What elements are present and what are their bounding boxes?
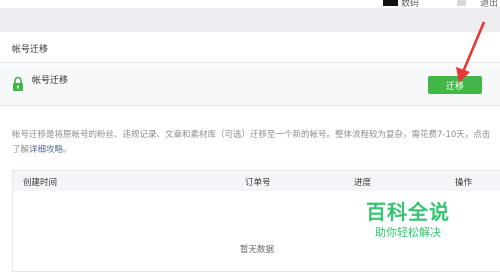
header-band	[0, 8, 500, 32]
column-header-actions: 操作	[455, 178, 473, 188]
column-header-progress: 进度	[354, 178, 372, 188]
arrow-icon	[448, 20, 490, 90]
logout-link[interactable]: 退出	[480, 0, 498, 9]
top-link-account[interactable]: 数码	[401, 0, 419, 9]
migration-panel	[0, 65, 500, 105]
panel-label: 帐号迁移	[32, 76, 69, 86]
description-text: 帐号迁移是将原帐号的粉丝、违规记录、文章和素材库（可选）迁移至一个新的帐号。整体…	[12, 130, 491, 155]
watermark: 百科全说 助你轻松解决	[352, 196, 464, 240]
watermark-title: 百科全说	[366, 200, 450, 224]
description-suffix: 。	[63, 145, 72, 155]
guide-link[interactable]: 详细攻略	[29, 145, 63, 155]
section-title: 帐号迁移	[12, 45, 49, 55]
divider	[0, 105, 500, 106]
avatar[interactable]	[383, 0, 398, 6]
column-header-order-no: 订单号	[245, 178, 271, 188]
table-header: 创建时间 订单号 进度 操作	[13, 171, 500, 191]
divider	[0, 62, 500, 63]
description: 帐号迁移是将原帐号的粉丝、违规记录、文章和素材库（可选）迁移至一个新的帐号。整体…	[12, 128, 492, 158]
empty-state: 暂无数据	[239, 245, 274, 255]
column-header-created: 创建时间	[23, 178, 58, 188]
top-bar	[0, 0, 500, 8]
watermark-subtitle: 助你轻松解决	[375, 226, 441, 239]
logout-icon[interactable]	[457, 0, 466, 6]
lock-icon	[12, 76, 24, 96]
